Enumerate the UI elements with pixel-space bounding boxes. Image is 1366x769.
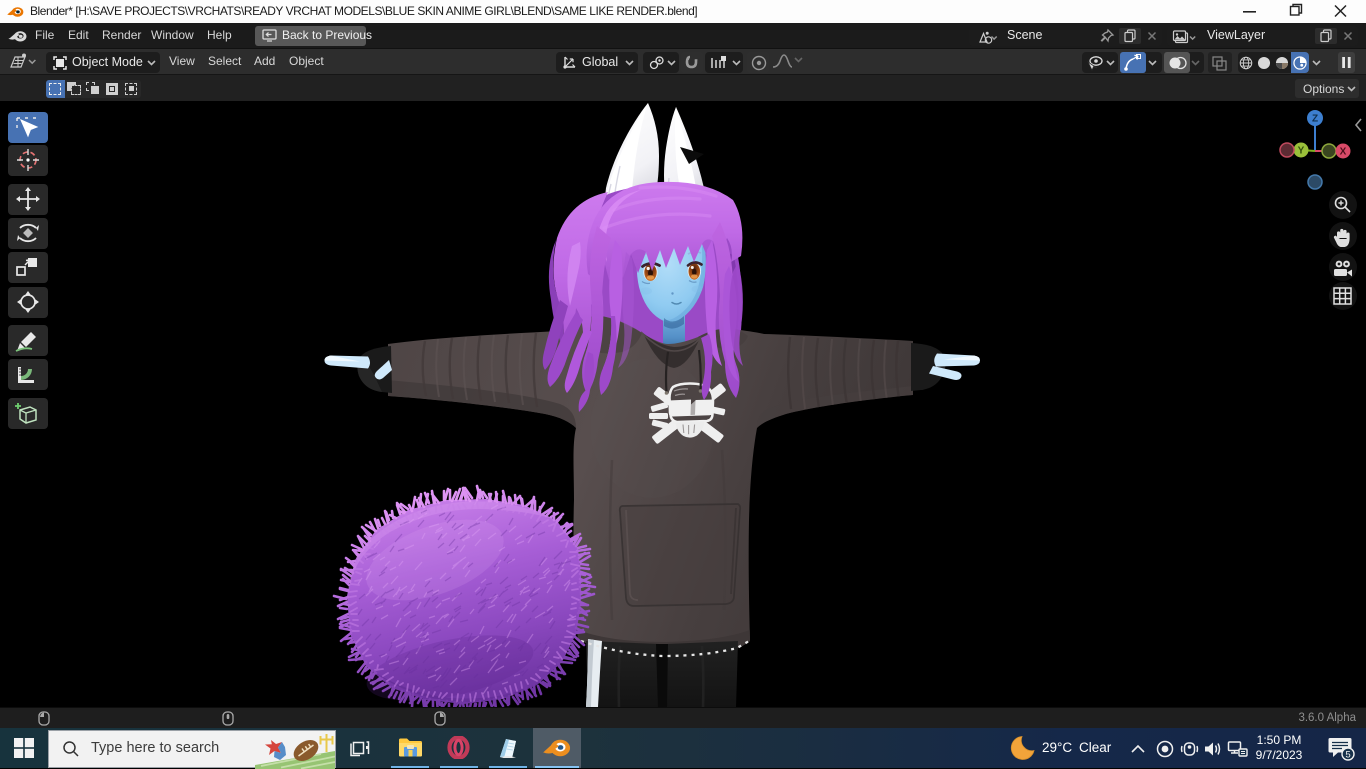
svg-text:5: 5 (1345, 750, 1350, 761)
svg-text:X: X (1340, 147, 1347, 158)
svg-text:Z: Z (1312, 114, 1318, 125)
svg-text:Y: Y (1298, 146, 1305, 157)
